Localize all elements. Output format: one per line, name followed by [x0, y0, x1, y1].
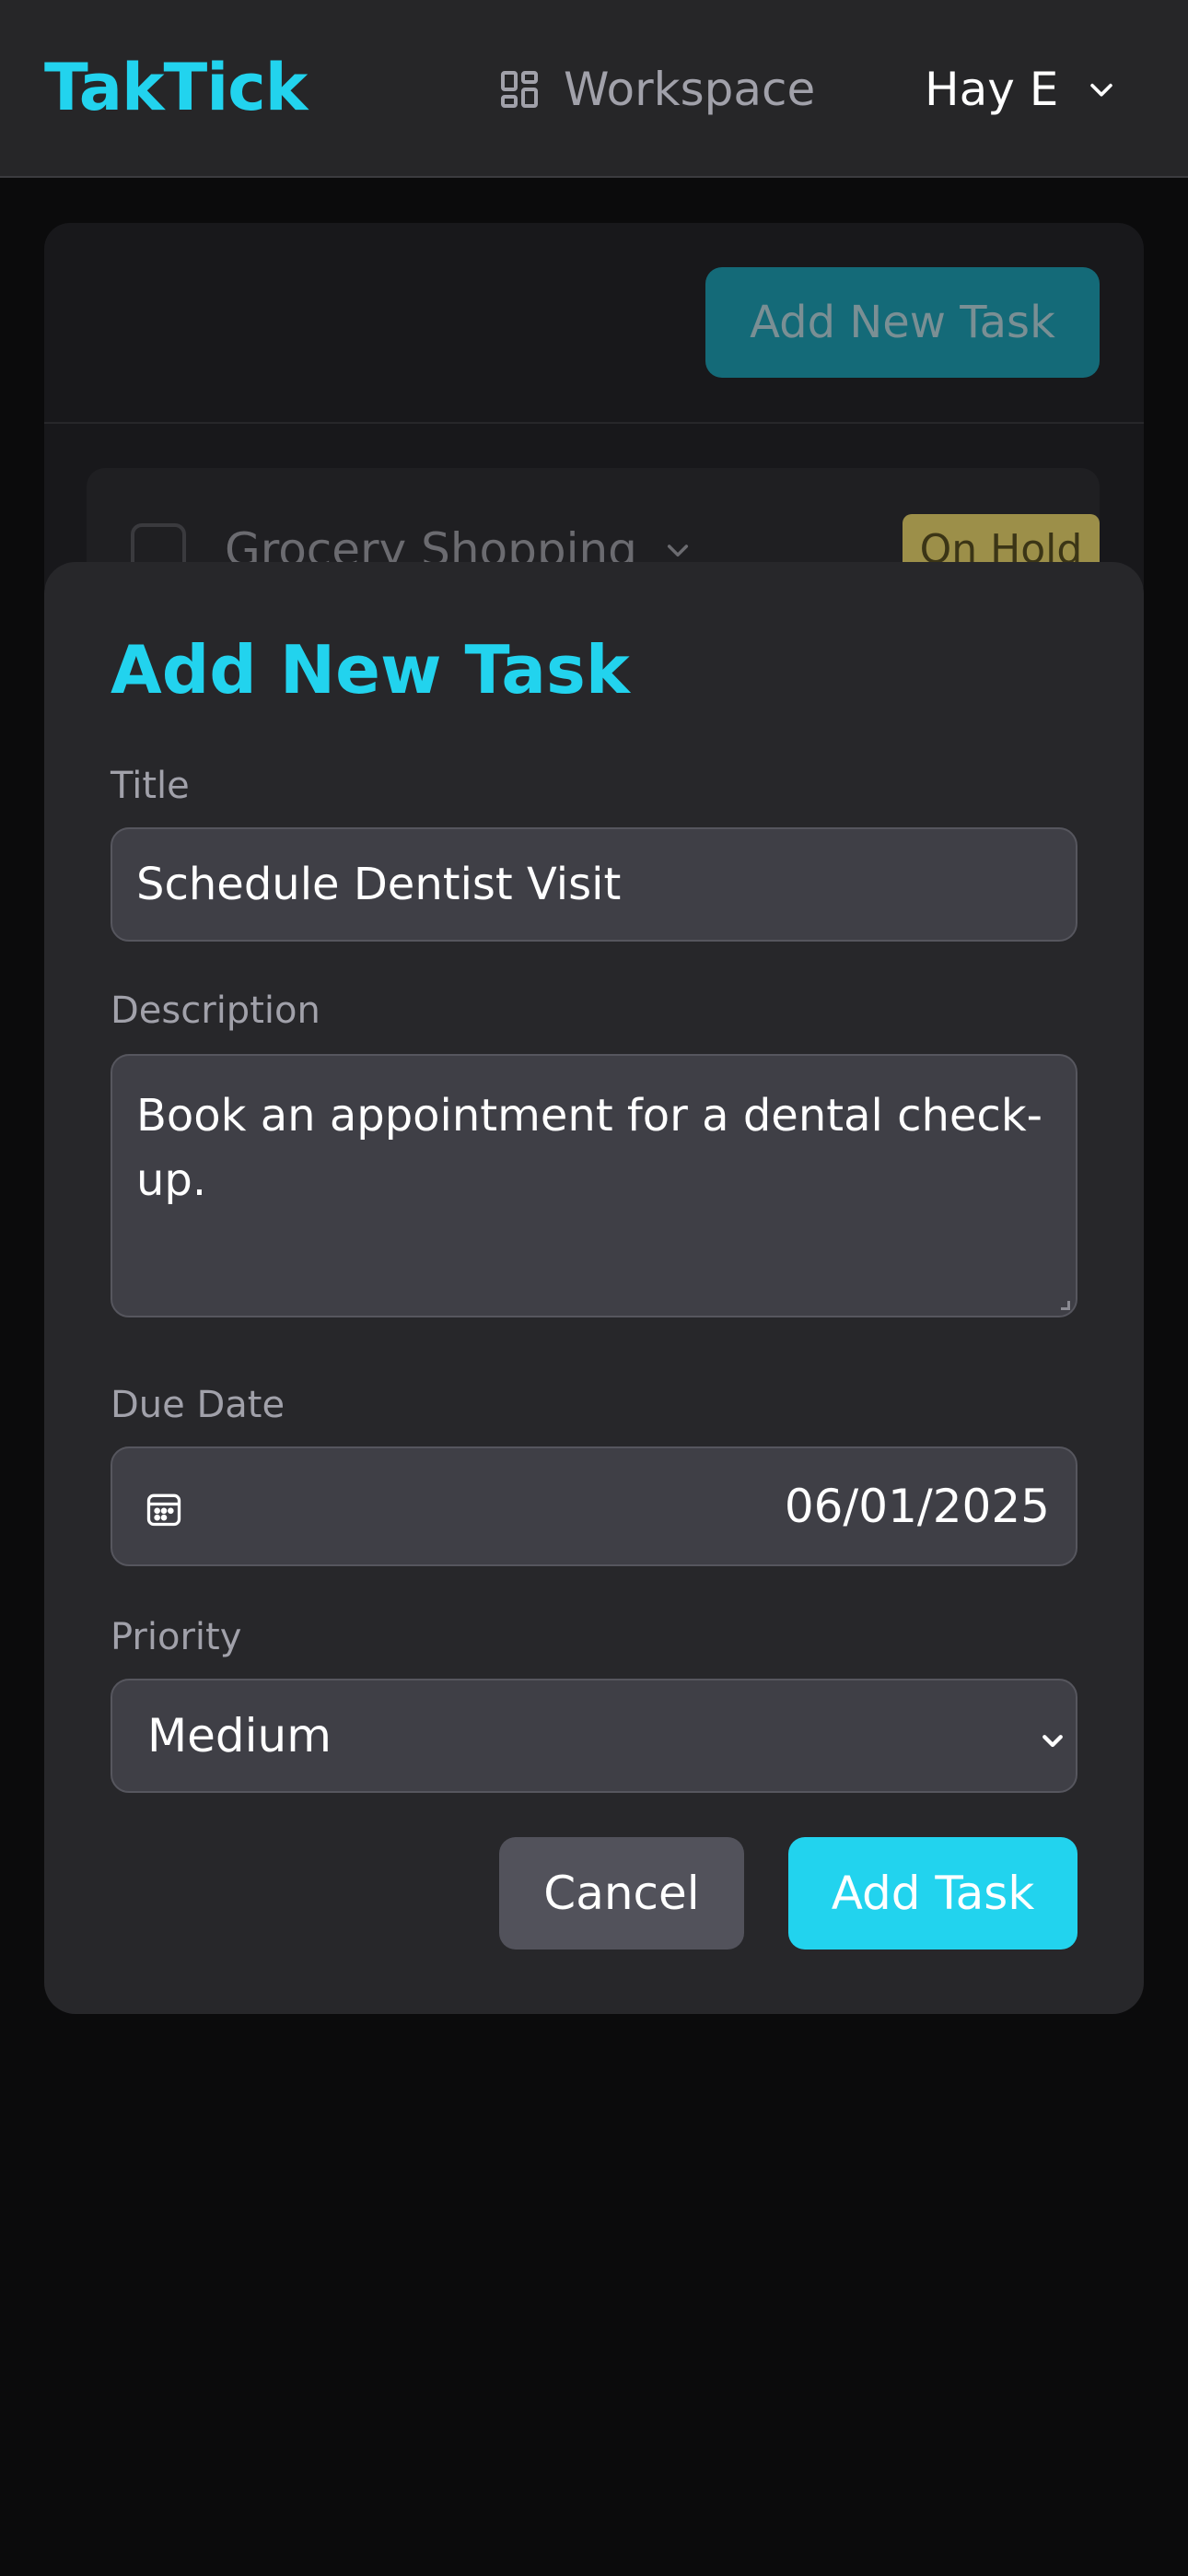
user-name: Hay E [925, 63, 1059, 116]
divider [44, 422, 1144, 424]
priority-value: Medium [147, 1709, 332, 1762]
app-logo[interactable]: TakTick [44, 46, 308, 129]
title-input-value: Schedule Dentist Visit [136, 859, 622, 910]
add-task-modal: Add New Task Title Schedule Dentist Visi… [44, 562, 1144, 2014]
user-menu[interactable]: Hay E [925, 59, 1117, 120]
description-textarea[interactable]: Book an appointment for a dental check-u… [111, 1054, 1077, 1317]
modal-title: Add New Task [111, 631, 630, 708]
workspace-label: Workspace [564, 63, 816, 116]
task-list-card: Add New Task Grocery Shopping On Hold [44, 223, 1144, 610]
priority-label: Priority [111, 1616, 242, 1658]
title-label: Title [111, 765, 190, 807]
workspace-link[interactable]: Workspace [497, 59, 815, 120]
title-input[interactable]: Schedule Dentist Visit [111, 827, 1077, 942]
chevron-down-icon [1042, 1735, 1063, 1748]
add-new-task-button[interactable]: Add New Task [705, 267, 1100, 378]
priority-select[interactable]: Medium [111, 1679, 1077, 1793]
dashboard-grid-icon [501, 71, 538, 108]
add-task-button[interactable]: Add Task [788, 1837, 1077, 1950]
calendar-icon[interactable] [144, 1489, 184, 1529]
due-date-label: Due Date [111, 1384, 285, 1426]
due-date-value: 06/01/2025 [784, 1480, 1050, 1533]
description-value: Book an appointment for a dental check-u… [136, 1090, 1042, 1206]
description-label: Description [111, 989, 320, 1032]
cancel-button[interactable]: Cancel [499, 1837, 744, 1950]
app-header: TakTick Workspace Hay E [0, 0, 1188, 178]
due-date-input[interactable]: 06/01/2025 [111, 1446, 1077, 1566]
resize-handle[interactable] [1061, 1301, 1070, 1310]
chevron-down-icon [1090, 83, 1113, 97]
chevron-down-icon [667, 544, 688, 557]
